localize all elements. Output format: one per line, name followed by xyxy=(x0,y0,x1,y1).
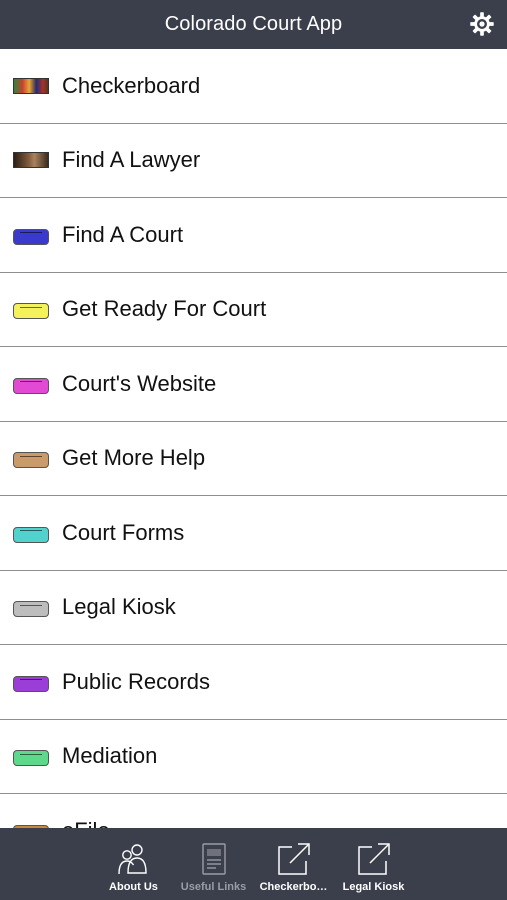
tab-label: About Us xyxy=(109,881,158,893)
kiosk-pill-icon xyxy=(13,601,49,618)
mediation-pill-icon xyxy=(13,750,49,767)
menu-item-label: Get Ready For Court xyxy=(62,296,267,322)
court-pill-icon xyxy=(13,228,49,245)
document-icon xyxy=(201,843,226,875)
menu-list[interactable]: Checkerboard Find A Lawyer Find A Court … xyxy=(0,49,507,828)
menu-item-label: Checkerboard xyxy=(62,72,201,98)
gear-icon[interactable] xyxy=(469,11,495,37)
external-link-icon xyxy=(277,843,310,875)
website-pill-icon xyxy=(13,377,49,394)
menu-item-find-a-court[interactable]: Find A Court xyxy=(0,198,507,273)
checkerboard-thumbnail-icon xyxy=(13,77,49,94)
menu-item-legal-kiosk[interactable]: Legal Kiosk xyxy=(0,571,507,645)
menu-item-label: Find A Court xyxy=(62,221,184,247)
menu-item-efile[interactable]: eFile xyxy=(0,794,507,828)
tab-bar: About Us Useful Links Checkerbo… Legal K… xyxy=(0,828,507,900)
ready-pill-icon xyxy=(13,303,49,320)
menu-item-label: Find A Lawyer xyxy=(62,147,201,173)
menu-item-label: Court Forms xyxy=(62,519,185,545)
menu-item-checkerboard[interactable]: Checkerboard xyxy=(0,49,507,124)
tab-checkerboard[interactable]: Checkerbo… xyxy=(254,828,334,900)
menu-item-label: Public Records xyxy=(62,668,210,694)
tab-label: Checkerbo… xyxy=(259,881,328,893)
help-pill-icon xyxy=(13,452,49,469)
menu-item-court-forms[interactable]: Court Forms xyxy=(0,496,507,571)
forms-pill-icon xyxy=(13,526,49,543)
menu-item-label: eFile xyxy=(62,818,110,828)
tab-label: Useful Links xyxy=(180,881,247,893)
tab-about-us[interactable]: About Us xyxy=(94,828,174,900)
menu-item-mediation[interactable]: Mediation xyxy=(0,720,507,794)
menu-item-public-records[interactable]: Public Records xyxy=(0,645,507,720)
menu-item-label: Get More Help xyxy=(62,445,206,471)
menu-item-find-a-lawyer[interactable]: Find A Lawyer xyxy=(0,124,507,198)
menu-item-get-more-help[interactable]: Get More Help xyxy=(0,422,507,496)
tab-useful-links[interactable]: Useful Links xyxy=(174,828,254,900)
lawyer-thumbnail-icon xyxy=(13,152,49,169)
records-pill-icon xyxy=(13,675,49,692)
menu-item-label: Mediation xyxy=(62,743,158,769)
menu-item-courts-website[interactable]: Court's Website xyxy=(0,347,507,422)
tab-label: Legal Kiosk xyxy=(342,881,405,893)
tab-legal-kiosk[interactable]: Legal Kiosk xyxy=(334,828,414,900)
page-title: Colorado Court App xyxy=(164,13,343,35)
menu-item-get-ready-for-court[interactable]: Get Ready For Court xyxy=(0,273,507,347)
navigation-bar: Colorado Court App xyxy=(0,0,507,49)
menu-item-label: Legal Kiosk xyxy=(62,594,176,620)
menu-item-label: Court's Website xyxy=(62,370,217,396)
external-link-icon xyxy=(357,843,390,875)
people-icon xyxy=(117,844,147,875)
